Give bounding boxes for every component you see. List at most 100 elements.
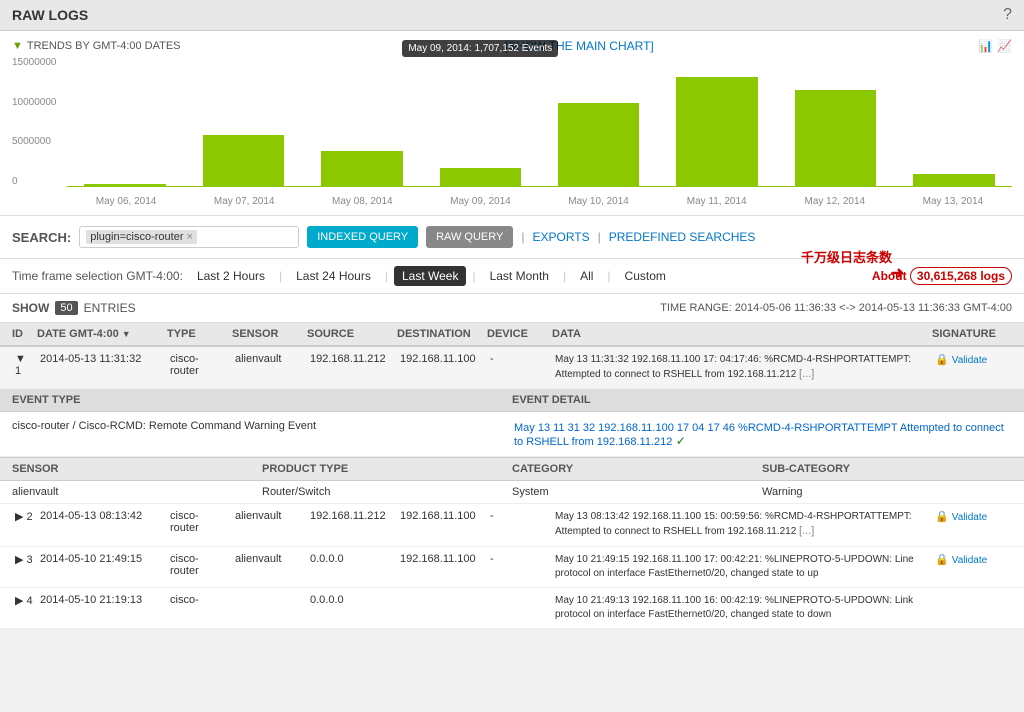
cell-type-4: cisco-: [167, 592, 232, 608]
validate-link-2[interactable]: Validate: [952, 512, 987, 523]
bar-chart-icon[interactable]: 📊: [978, 39, 993, 53]
expand-icon-3[interactable]: ▶: [15, 554, 23, 566]
cell-sensor-2: alienvault: [232, 508, 307, 524]
cell-dest-4: [397, 592, 487, 596]
sensor-col-product: PRODUCT TYPE: [262, 463, 512, 475]
expand-icon-4[interactable]: ▶: [15, 595, 23, 607]
cell-sensor-1: alienvault: [232, 351, 307, 367]
x-label-1: May 07, 2014: [185, 196, 303, 207]
cell-date-2: 2014-05-13 08:13:42: [37, 508, 167, 524]
tf-lastweek[interactable]: Last Week: [394, 266, 466, 286]
cell-device-3: -: [487, 551, 552, 567]
validate-link-3[interactable]: Validate: [952, 555, 987, 566]
cell-type-3: cisco-router: [167, 551, 232, 579]
col-signature: SIGNATURE: [932, 328, 1012, 340]
bar-fill-4: [558, 103, 639, 188]
bar-fill-6: [795, 90, 876, 188]
event-detail-value: May 13 11 31 32 192.168.11.100 17 04 17 …: [514, 420, 1012, 448]
event-detail-content: cisco-router / Cisco-RCMD: Remote Comman…: [0, 412, 1024, 457]
chart-bars: May 09, 2014: 1,707,152 Events: [67, 57, 1012, 187]
predefined-searches-link[interactable]: PREDEFINED SEARCHES: [609, 230, 756, 244]
help-icon[interactable]: ?: [1003, 6, 1012, 24]
bar-3[interactable]: May 09, 2014: 1,707,152 Events: [422, 57, 538, 187]
bar-2[interactable]: [304, 57, 420, 187]
checkmark-icon: ✓: [676, 434, 686, 448]
tf-last24hours[interactable]: Last 24 Hours: [288, 266, 379, 286]
entries-label: ENTRIES: [84, 301, 136, 315]
bar-6[interactable]: [777, 57, 893, 187]
y-axis-labels: 15000000 10000000 5000000 0: [12, 57, 57, 207]
y-label-5m: 5000000: [12, 136, 57, 147]
cell-data-3: May 10 21:49:15 192.168.11.100 17: 00:42…: [552, 551, 932, 583]
log-count: 千万级日志条数 ➜ About 30,615,268 logs: [872, 269, 1012, 283]
cell-device-2: -: [487, 508, 552, 524]
event-type-value: cisco-router / Cisco-RCMD: Remote Comman…: [12, 420, 510, 448]
entries-section: SHOW 50 ENTRIES TIME RANGE: 2014-05-06 1…: [0, 294, 1024, 323]
cell-data-1: May 13 11:31:32 192.168.11.100 17: 04:17…: [552, 351, 932, 384]
bar-1[interactable]: [185, 57, 301, 187]
chart-baseline: [67, 186, 1012, 187]
tf-sep-2: |: [385, 269, 388, 283]
chart-area: 15000000 10000000 5000000 0 May 09, 2014…: [12, 57, 1012, 207]
timeframe-section: Time frame selection GMT-4:00: Last 2 Ho…: [0, 259, 1024, 294]
tf-custom[interactable]: Custom: [617, 266, 674, 286]
x-label-0: May 06, 2014: [67, 196, 185, 207]
sensor-val-product: Router/Switch: [262, 486, 512, 498]
cell-device-4: [487, 592, 552, 596]
bar-4[interactable]: [541, 57, 657, 187]
line-chart-icon[interactable]: 📈: [997, 39, 1012, 53]
cell-device-1: -: [487, 351, 552, 367]
col-sensor: SENSOR: [232, 328, 307, 340]
cell-sensor-4: [232, 592, 307, 596]
col-data: DATA: [552, 328, 932, 340]
sensor-col-subcategory: SUB-CATEGORY: [762, 463, 1012, 475]
table-row-4[interactable]: ▶ 4 2014-05-10 21:19:13 cisco- 0.0.0.0 M…: [0, 588, 1024, 629]
x-label-7: May 13, 2014: [894, 196, 1012, 207]
tf-all[interactable]: All: [572, 266, 601, 286]
raw-query-button[interactable]: RAW QUERY: [426, 226, 513, 248]
tf-last2hours[interactable]: Last 2 Hours: [189, 266, 273, 286]
sensor-val-category: System: [512, 486, 762, 498]
cell-sig-4: [932, 592, 1012, 596]
event-detail-col-header: EVENT DETAIL: [512, 394, 1012, 406]
expand-icon-2[interactable]: ▶: [15, 511, 23, 523]
search-label: SEARCH:: [12, 230, 71, 245]
table-row-1[interactable]: ▼ 1 2014-05-13 11:31:32 cisco-router ali…: [0, 347, 1024, 389]
cell-dest-2: 192.168.11.100: [397, 508, 487, 524]
cell-sensor-3: alienvault: [232, 551, 307, 567]
trends-arrow: ▼: [12, 40, 23, 52]
col-source: SOURCE: [307, 328, 397, 340]
bar-fill-2: [321, 151, 402, 187]
search-input-wrap[interactable]: plugin=cisco-router ×: [79, 226, 299, 248]
col-type: TYPE: [167, 328, 232, 340]
cell-type-1: cisco-router: [167, 351, 232, 379]
expand-icon-1[interactable]: ▼: [15, 353, 26, 365]
exports-link[interactable]: EXPORTS: [532, 230, 589, 244]
bar-5[interactable]: [659, 57, 775, 187]
tf-sep-3: |: [472, 269, 475, 283]
table-row-2[interactable]: ▶ 2 2014-05-13 08:13:42 cisco-router ali…: [0, 504, 1024, 546]
cell-type-2: cisco-router: [167, 508, 232, 536]
lock-icon-3: 🔒: [935, 554, 949, 566]
bar-7[interactable]: [896, 57, 1012, 187]
y-label-0: 0: [12, 176, 57, 187]
validate-link-1[interactable]: Validate: [952, 355, 987, 366]
page-title: RAW LOGS: [12, 7, 88, 23]
tf-lastmonth[interactable]: Last Month: [482, 266, 557, 286]
col-id: ID: [12, 328, 37, 340]
search-tag-text: plugin=cisco-router: [90, 231, 183, 243]
bar-0[interactable]: [67, 57, 183, 187]
tf-sep-1: |: [279, 269, 282, 283]
sensor-data-row: alienvault Router/Switch System Warning: [0, 481, 1024, 504]
bar-fill-3: [440, 168, 521, 188]
col-date[interactable]: DATE GMT-4:00 ▼: [37, 328, 167, 340]
annotation-chinese: 千万级日志条数: [801, 247, 892, 266]
bar-fill-5: [676, 77, 757, 188]
cell-source-4: 0.0.0.0: [307, 592, 397, 608]
indexed-query-button[interactable]: INDEXED QUERY: [307, 226, 418, 248]
chart-section: ▼ TRENDS BY GMT-4:00 DATES [SHOW THE MAI…: [0, 31, 1024, 216]
ellipsis-1: [...]: [799, 368, 814, 380]
x-label-3: May 09, 2014: [421, 196, 539, 207]
table-row-3[interactable]: ▶ 3 2014-05-10 21:49:15 cisco-router ali…: [0, 547, 1024, 588]
search-tag-remove[interactable]: ×: [186, 231, 192, 243]
